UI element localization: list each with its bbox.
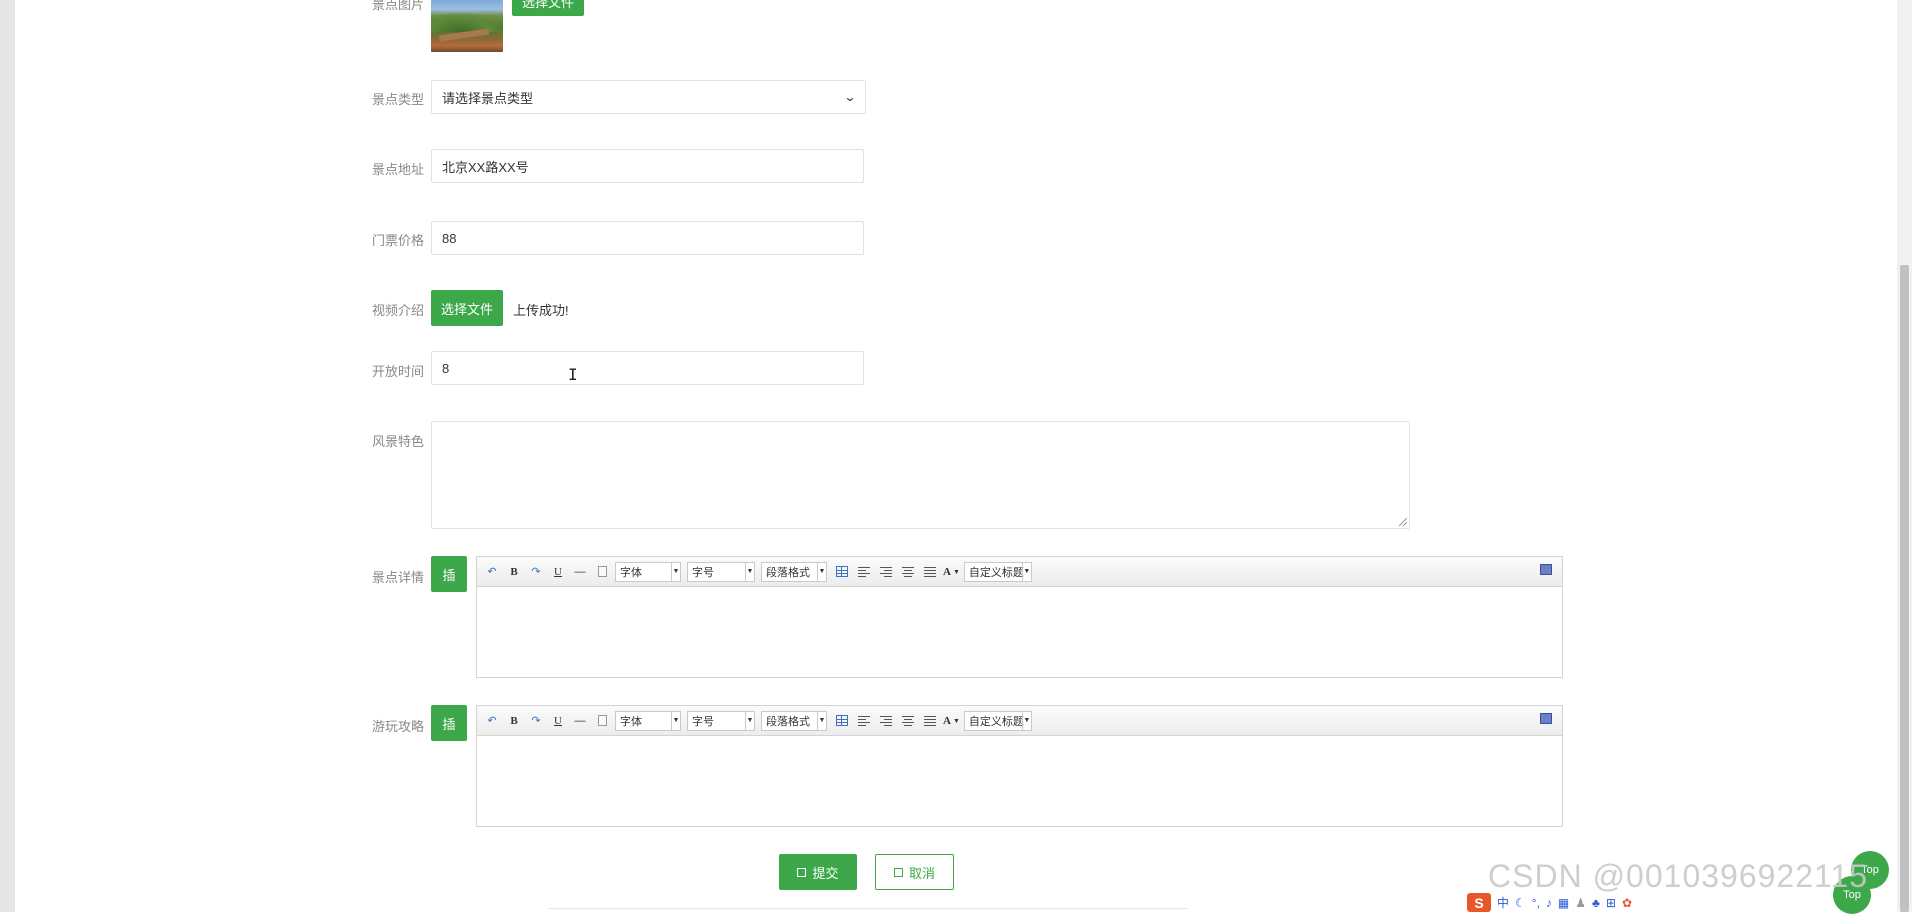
font-color-icon[interactable]: A ▼ (943, 712, 960, 730)
cancel-label: 取消 (908, 865, 935, 881)
combo-arrow-icon: ▼ (1021, 711, 1031, 730)
watermark-text: CSDN @0010396922115 (1488, 858, 1869, 894)
ime-toolbar[interactable]: S 中 ☾ °, ♪ ▦ ♟ ♣ ⊞ ✿ (1465, 893, 1710, 912)
redo-icon[interactable]: ↷ (527, 563, 545, 581)
chevron-down-icon: ⌄ (843, 90, 857, 104)
align-right-icon[interactable] (877, 712, 895, 730)
table-icon[interactable] (833, 563, 851, 581)
font-color-letter: A (943, 714, 951, 727)
detail-insert-button[interactable]: 插 (431, 556, 467, 592)
size-combo-label: 字号 (692, 715, 714, 728)
combo-arrow-icon: ▼ (1021, 562, 1031, 581)
page-break-icon[interactable] (593, 712, 611, 730)
custom-heading-label: 自定义标题 (968, 566, 1024, 579)
cancel-button[interactable]: 取消 (875, 854, 954, 890)
resize-grip-icon[interactable] (1399, 518, 1407, 526)
table-icon[interactable] (833, 712, 851, 730)
guide-rich-editor[interactable]: ↶ B ↷ U — 字体 ▼ 字号 ▼ 段落格式 ▼ A ▼ 自定义标题 ▼ (476, 705, 1563, 827)
select-image-file-button[interactable]: 选择文件 (512, 0, 584, 16)
uploaded-image-thumbnail (431, 0, 503, 52)
undo-icon[interactable]: ↶ (483, 563, 501, 581)
size-combo-label: 字号 (692, 566, 714, 579)
price-input[interactable] (431, 221, 864, 255)
font-color-icon[interactable]: A ▼ (943, 563, 960, 581)
punctuation-icon[interactable]: °, (1532, 896, 1540, 910)
divider (548, 908, 1188, 909)
microphone-icon[interactable]: ♪ (1546, 896, 1552, 910)
scrollbar-thumb[interactable] (1900, 265, 1909, 912)
keyboard-icon[interactable]: ▦ (1558, 896, 1569, 910)
ime-mode-indicator[interactable]: 中 (1497, 894, 1509, 911)
guide-insert-button[interactable]: 插 (431, 705, 467, 741)
align-center-icon[interactable] (899, 712, 917, 730)
align-center-icon[interactable] (899, 563, 917, 581)
font-combo-label: 字体 (620, 566, 642, 579)
font-family-combo[interactable]: 字体 ▼ (615, 710, 681, 731)
submit-label: 提交 (812, 865, 839, 881)
page-break-icon[interactable] (593, 563, 611, 581)
apps-grid-icon[interactable]: ⊞ (1606, 896, 1616, 910)
type-select[interactable]: 请选择景点类型 ⌄ (431, 80, 866, 114)
font-size-combo[interactable]: 字号 ▼ (687, 561, 755, 582)
upload-status-text: 上传成功! (513, 303, 569, 318)
bold-icon[interactable]: B (505, 563, 523, 581)
moon-icon[interactable]: ☾ (1515, 896, 1526, 910)
font-combo-label: 字体 (620, 715, 642, 728)
paragraph-combo-label: 段落格式 (766, 715, 810, 728)
font-size-combo[interactable]: 字号 ▼ (687, 710, 755, 731)
align-right-icon[interactable] (877, 563, 895, 581)
type-select-value: 请选择景点类型 (442, 90, 534, 106)
bold-icon[interactable]: B (505, 712, 523, 730)
align-justify-icon[interactable] (921, 563, 939, 581)
combo-arrow-icon: ▼ (817, 562, 826, 581)
text-cursor-icon: I (568, 365, 578, 384)
horizontal-rule-icon[interactable]: — (571, 563, 589, 581)
detail-editor-toolbar: ↶ B ↷ U — 字体 ▼ 字号 ▼ 段落格式 ▼ A ▼ 自定义标题 ▼ (477, 557, 1562, 587)
user-icon[interactable]: ♟ (1575, 896, 1586, 910)
guide-editor-toolbar: ↶ B ↷ U — 字体 ▼ 字号 ▼ 段落格式 ▼ A ▼ 自定义标题 ▼ (477, 706, 1562, 736)
address-input[interactable] (431, 149, 864, 183)
submit-button[interactable]: 提交 (779, 854, 857, 890)
combo-arrow-icon: ▼ (745, 562, 754, 581)
check-square-icon (797, 867, 807, 877)
underline-icon[interactable]: U (549, 712, 567, 730)
custom-heading-combo[interactable]: 自定义标题 ▼ (963, 710, 1032, 731)
redo-icon[interactable]: ↷ (527, 712, 545, 730)
mascot-icon[interactable]: ✿ (1622, 896, 1632, 910)
combo-arrow-icon: ▼ (745, 711, 754, 730)
custom-heading-label: 自定义标题 (968, 715, 1024, 728)
paragraph-format-combo[interactable]: 段落格式 ▼ (761, 710, 827, 731)
close-square-icon (893, 867, 903, 877)
horizontal-rule-icon[interactable]: — (571, 712, 589, 730)
font-color-letter: A (943, 565, 951, 578)
font-family-combo[interactable]: 字体 ▼ (615, 561, 681, 582)
shirt-icon[interactable]: ♣ (1592, 896, 1600, 910)
combo-arrow-icon: ▼ (671, 562, 680, 581)
fullscreen-icon[interactable] (1540, 564, 1552, 575)
page-left-gutter (0, 0, 15, 912)
opening-time-input[interactable] (431, 351, 864, 385)
paragraph-format-combo[interactable]: 段落格式 ▼ (761, 561, 827, 582)
feature-textarea[interactable] (431, 421, 1410, 529)
custom-heading-combo[interactable]: 自定义标题 ▼ (963, 561, 1032, 582)
ime-logo-icon: S (1467, 893, 1491, 912)
combo-arrow-icon: ▼ (817, 711, 826, 730)
align-left-icon[interactable] (855, 563, 873, 581)
align-left-icon[interactable] (855, 712, 873, 730)
fullscreen-icon[interactable] (1540, 713, 1552, 724)
underline-icon[interactable]: U (549, 563, 567, 581)
undo-icon[interactable]: ↶ (483, 712, 501, 730)
select-video-file-button[interactable]: 选择文件 (431, 290, 503, 326)
paragraph-combo-label: 段落格式 (766, 566, 810, 579)
detail-rich-editor[interactable]: ↶ B ↷ U — 字体 ▼ 字号 ▼ 段落格式 ▼ A ▼ 自定义标题 ▼ (476, 556, 1563, 678)
combo-arrow-icon: ▼ (671, 711, 680, 730)
align-justify-icon[interactable] (921, 712, 939, 730)
